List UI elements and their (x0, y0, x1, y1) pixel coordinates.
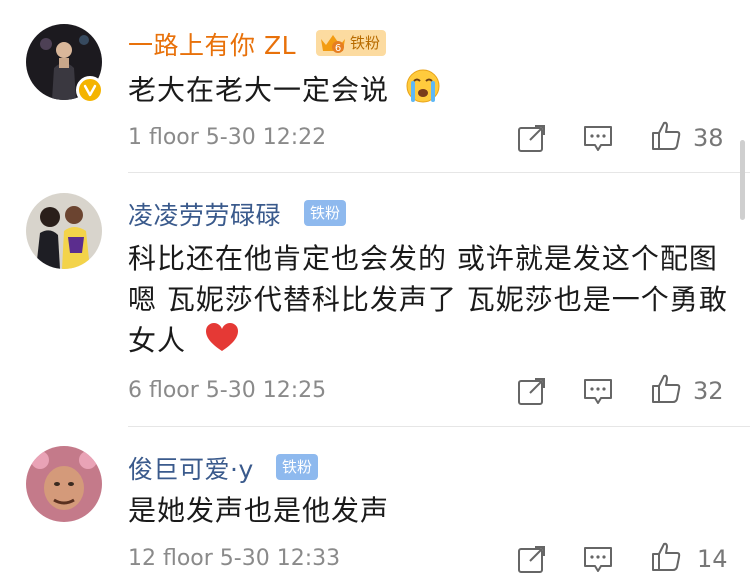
avatar[interactable] (26, 193, 102, 269)
username[interactable]: 俊巨可爱·y (128, 450, 254, 486)
crown-icon: 6 (321, 35, 345, 54)
share-icon[interactable] (516, 122, 548, 154)
fan-badge: 铁粉 (304, 200, 347, 226)
username[interactable]: 一路上有你 ZL (128, 26, 296, 62)
like-icon[interactable] (650, 541, 682, 573)
crying-face-icon (405, 68, 441, 115)
username[interactable]: 凌凌劳劳碌碌 (128, 196, 281, 232)
like-count: 38 (693, 124, 724, 152)
badge-level: 6 (335, 43, 341, 54)
comment-text: 老大在老大一定会说 (128, 68, 728, 115)
verified-icon (76, 76, 104, 104)
share-icon[interactable] (516, 543, 548, 575)
scrollbar[interactable] (740, 140, 745, 220)
divider (128, 426, 750, 427)
fan-badge: 6 铁粉 (316, 30, 387, 56)
fan-badge: 铁粉 (276, 454, 319, 480)
like-icon[interactable] (650, 120, 682, 152)
divider (128, 172, 750, 173)
comment-text-content: 老大在老大一定会说 (128, 73, 390, 107)
comment-meta: 6 floor 5-30 12:25 (128, 378, 327, 403)
red-heart-icon (204, 321, 240, 364)
comment-meta: 1 floor 5-30 12:22 (128, 125, 327, 150)
reply-icon[interactable] (582, 375, 614, 407)
comment-text: 科比还在他肯定也会发的 或许就是发这个配图 嗯 瓦妮莎代替科比发声了 瓦妮莎也是… (128, 238, 728, 364)
share-icon[interactable] (516, 375, 548, 407)
like-icon[interactable] (650, 373, 682, 405)
reply-icon[interactable] (582, 543, 614, 575)
reply-icon[interactable] (582, 122, 614, 154)
comment-meta: 12 floor 5-30 12:33 (128, 546, 341, 571)
avatar[interactable] (26, 446, 102, 522)
like-count: 14 (697, 545, 728, 573)
comment-text: 是她发声也是他发声 (128, 494, 390, 527)
like-count: 32 (693, 377, 724, 405)
badge-label: 铁粉 (350, 34, 381, 52)
